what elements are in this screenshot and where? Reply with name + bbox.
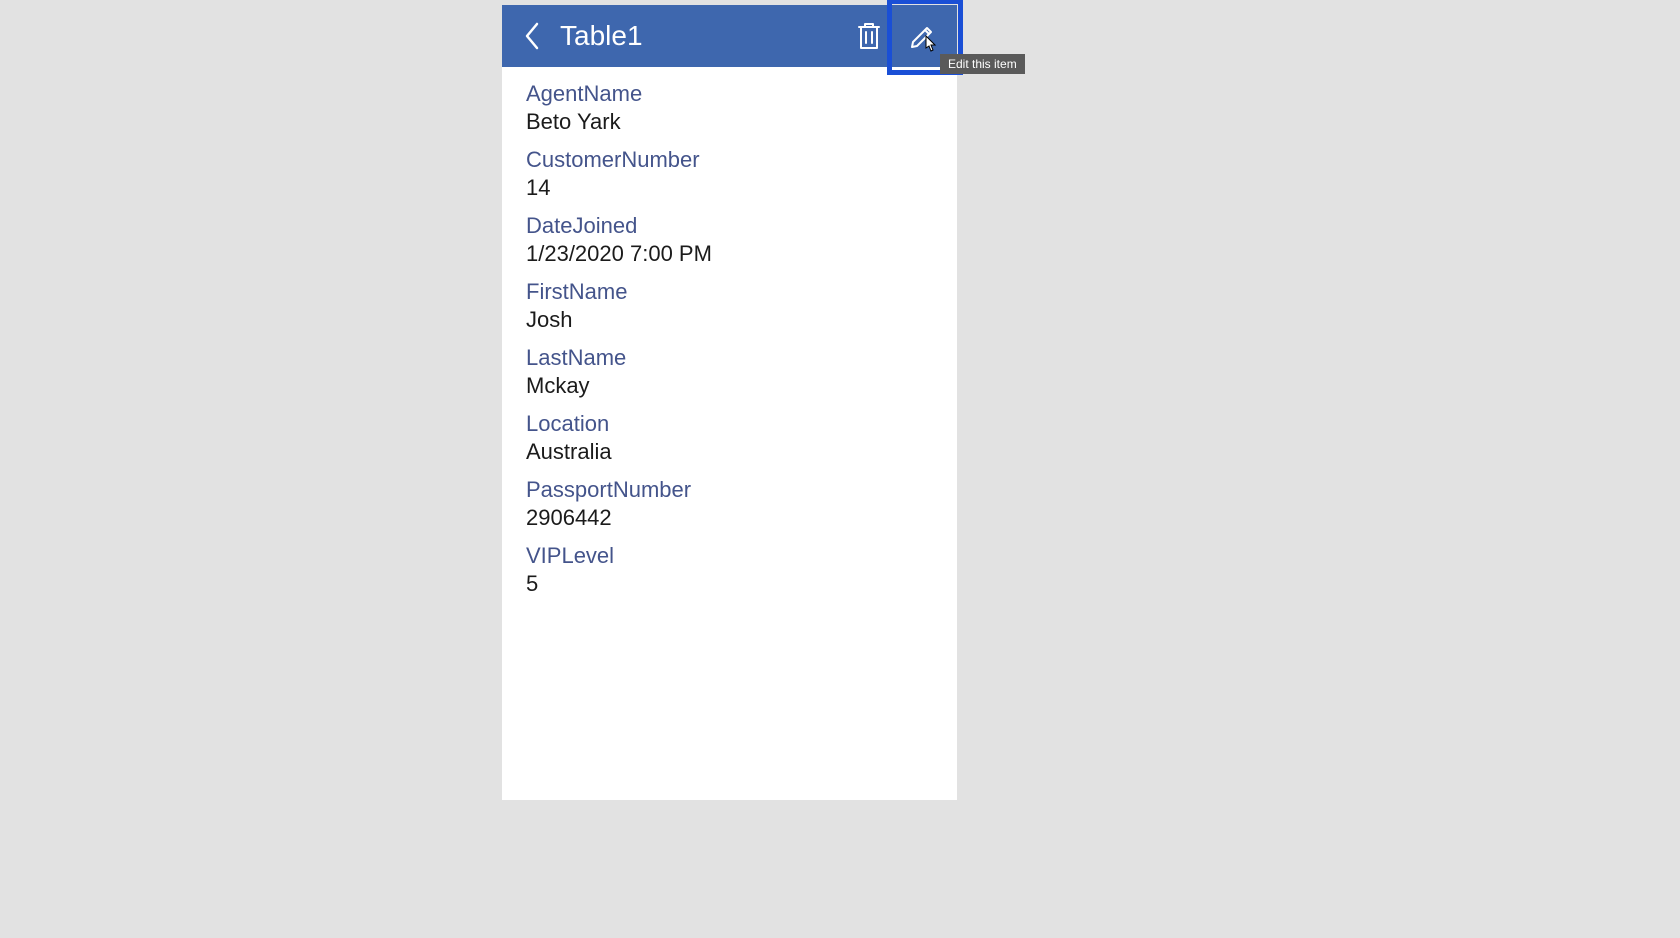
field-datejoined: DateJoined 1/23/2020 7:00 PM [526, 213, 933, 267]
field-lastname: LastName Mckay [526, 345, 933, 399]
pencil-icon [909, 22, 937, 50]
field-customernumber: CustomerNumber 14 [526, 147, 933, 201]
field-passportnumber: PassportNumber 2906442 [526, 477, 933, 531]
edit-button[interactable] [903, 16, 943, 56]
app-frame: Table1 AgentName Beto Yark CustomerNumbe… [502, 5, 957, 800]
field-value: Mckay [526, 373, 933, 399]
chevron-left-icon [523, 22, 541, 50]
field-value: 14 [526, 175, 933, 201]
field-agentname: AgentName Beto Yark [526, 81, 933, 135]
field-label: CustomerNumber [526, 147, 933, 173]
trash-icon [856, 21, 882, 51]
page-title: Table1 [560, 20, 849, 52]
delete-button[interactable] [849, 16, 889, 56]
field-value: Beto Yark [526, 109, 933, 135]
field-value: 2906442 [526, 505, 933, 531]
field-label: AgentName [526, 81, 933, 107]
form-body: AgentName Beto Yark CustomerNumber 14 Da… [502, 67, 957, 800]
field-firstname: FirstName Josh [526, 279, 933, 333]
field-viplevel: VIPLevel 5 [526, 543, 933, 597]
back-button[interactable] [512, 16, 552, 56]
field-label: DateJoined [526, 213, 933, 239]
field-value: Australia [526, 439, 933, 465]
field-label: VIPLevel [526, 543, 933, 569]
field-label: PassportNumber [526, 477, 933, 503]
header-actions [849, 16, 947, 56]
field-label: FirstName [526, 279, 933, 305]
edit-tooltip: Edit this item [940, 54, 1025, 74]
field-label: Location [526, 411, 933, 437]
field-value: 5 [526, 571, 933, 597]
field-location: Location Australia [526, 411, 933, 465]
field-value: 1/23/2020 7:00 PM [526, 241, 933, 267]
field-label: LastName [526, 345, 933, 371]
field-value: Josh [526, 307, 933, 333]
app-header: Table1 [502, 5, 957, 67]
